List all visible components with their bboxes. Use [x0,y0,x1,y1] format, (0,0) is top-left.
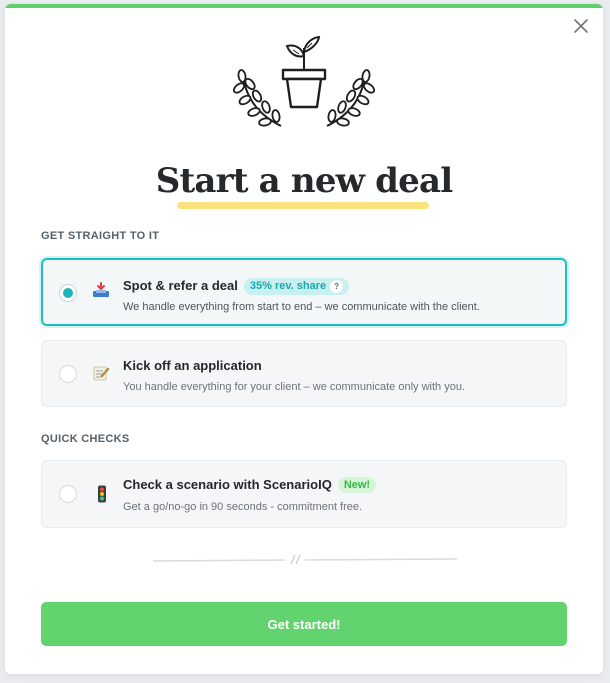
divider-line [153,554,457,565]
option-title: Check a scenario with ScenarioIQ New! [123,477,377,493]
close-icon [574,19,588,33]
traffic-light-icon [98,485,106,503]
rev-share-badge: 35% rev. share? [243,278,350,295]
radio-kick-off-application[interactable] [59,365,77,383]
section-label-straight: GET STRAIGHT TO IT [41,230,160,242]
option-kick-off-application[interactable]: Kick off an application You handle every… [41,340,567,407]
potted-plant-laurel-icon [233,35,375,127]
section-label-quick: QUICK CHECKS [41,433,130,445]
modal-title: Start a new deal [155,161,453,201]
radio-spot-refer[interactable] [59,284,77,302]
radio-check-scenario[interactable] [59,485,77,503]
memo-icon [93,366,110,381]
option-title: Spot & refer a deal 35% rev. share? [123,278,350,295]
option-description: We handle everything from start to end –… [123,301,480,313]
option-spot-refer[interactable]: Spot & refer a deal 35% rev. share? We ha… [41,258,567,326]
help-icon[interactable]: ? [330,280,344,293]
start-deal-modal: Start a new deal GET STRAIGHT TO IT Spot… [5,4,603,674]
option-description: Get a go/no-go in 90 seconds - commitmen… [123,501,363,513]
option-check-scenario[interactable]: Check a scenario with ScenarioIQ New! Get… [41,460,567,528]
inbox-tray-icon [93,282,109,297]
top-accent-bar [5,4,603,8]
badge-text: 35% rev. share [249,280,327,292]
new-badge: New! [337,477,377,493]
option-title: Kick off an application [123,358,262,373]
get-started-button[interactable]: Get started! [41,602,567,646]
option-title-text: Check a scenario with ScenarioIQ [123,477,332,492]
option-description: You handle everything for your client – … [123,381,466,393]
option-title-text: Spot & refer a deal [123,278,238,293]
title-highlight [177,202,429,209]
close-button[interactable] [571,16,591,36]
